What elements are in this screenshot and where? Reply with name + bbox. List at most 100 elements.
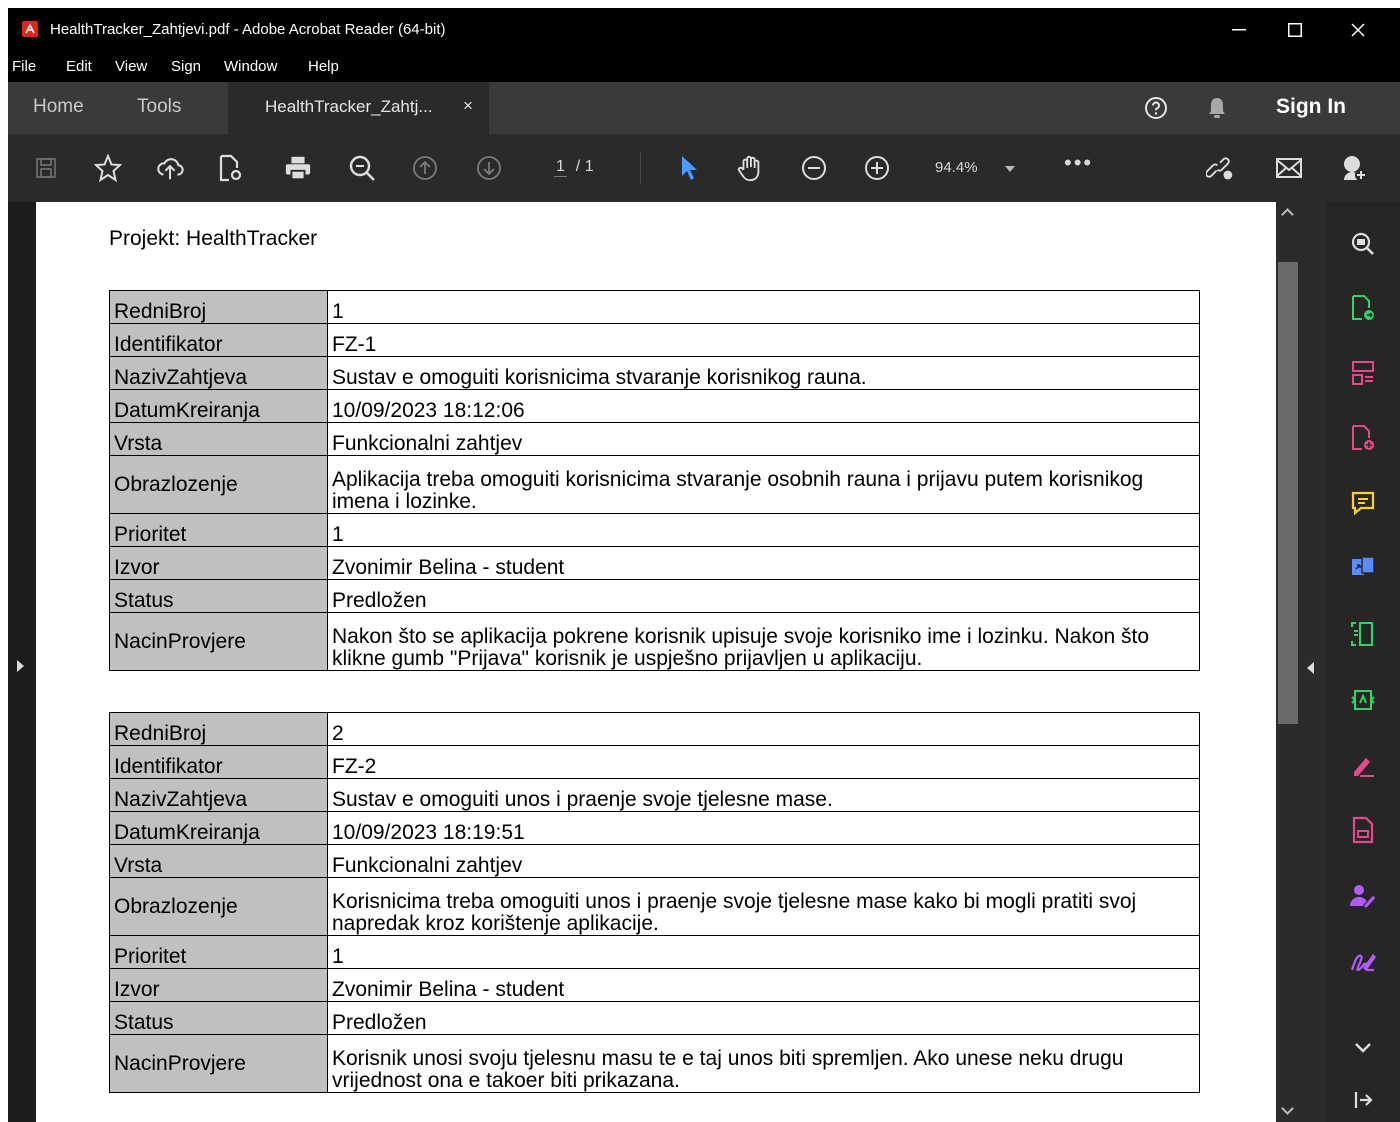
account-add-icon[interactable]: [1340, 154, 1368, 182]
request-signature-icon[interactable]: [1349, 882, 1377, 910]
row-value: 10/09/2023 18:12:06: [327, 389, 1200, 423]
zoom-search-icon[interactable]: [348, 154, 376, 182]
row-key: NacinProvjere: [109, 1034, 328, 1093]
table-row: NacinProvjere Nakon što se aplikacija pok…: [109, 612, 1200, 671]
tab-close-icon[interactable]: ×: [463, 96, 473, 116]
current-page-input[interactable]: 1: [554, 158, 567, 177]
table-row: Status Predložen: [109, 579, 1200, 613]
close-icon[interactable]: [1330, 8, 1386, 52]
maximize-icon[interactable]: [1267, 8, 1323, 52]
expand-left-panel-icon[interactable]: [17, 660, 24, 672]
row-value: Nakon što se aplikacija pokrene korisnik…: [327, 612, 1200, 671]
zoom-out-icon[interactable]: [800, 154, 828, 182]
row-value: 10/09/2023 18:19:51: [327, 811, 1200, 845]
row-value: FZ-2: [327, 745, 1200, 779]
row-value: Zvonimir Belina - student: [327, 546, 1200, 580]
tab-bar: Home Tools HealthTracker_Zahtj... × Sign…: [8, 82, 1400, 134]
notifications-bell-icon[interactable]: [1206, 96, 1228, 126]
zoom-in-icon[interactable]: [863, 154, 891, 182]
row-value: 1: [327, 513, 1200, 547]
row-value: Korisnicima treba omoguiti unos i praenj…: [327, 877, 1200, 936]
row-key: Identifikator: [109, 323, 328, 357]
scroll-down-arrow-icon[interactable]: [1281, 1102, 1294, 1115]
table-row: DatumKreiranja 10/09/2023 18:19:51: [109, 811, 1200, 845]
document-icon[interactable]: [1349, 816, 1377, 844]
row-key: RedniBroj: [109, 712, 328, 746]
tab-document-label: HealthTracker_Zahtj...: [265, 97, 433, 116]
row-key: NacinProvjere: [109, 612, 328, 671]
more-tools-button[interactable]: •••: [1064, 150, 1093, 176]
zoom-panel-icon[interactable]: [1349, 230, 1377, 258]
export-pdf-icon[interactable]: [1349, 294, 1377, 322]
combine-files-icon[interactable]: [1349, 554, 1377, 582]
create-pdf-icon[interactable]: [1349, 424, 1377, 452]
email-icon[interactable]: [1275, 154, 1303, 182]
right-panel-toggle[interactable]: [1300, 202, 1326, 1122]
row-value: Predložen: [327, 579, 1200, 613]
table-row: RedniBroj 1: [109, 290, 1200, 324]
row-value: 1: [327, 935, 1200, 969]
share-link-icon[interactable]: [1206, 154, 1234, 182]
minimize-icon[interactable]: [1211, 8, 1267, 52]
organize-pages-icon[interactable]: [1349, 359, 1377, 387]
hand-icon[interactable]: [736, 154, 764, 182]
bookmark-star-icon[interactable]: [94, 154, 122, 182]
row-value: 1: [327, 290, 1200, 324]
row-value: FZ-1: [327, 323, 1200, 357]
menu-window[interactable]: Window: [224, 58, 277, 75]
help-icon[interactable]: [1144, 96, 1168, 126]
comment-icon[interactable]: [1349, 489, 1377, 517]
tab-document[interactable]: HealthTracker_Zahtj... ×: [228, 82, 489, 134]
row-key: Prioritet: [109, 935, 328, 969]
row-value: Funkcionalni zahtjev: [327, 422, 1200, 456]
menu-edit[interactable]: Edit: [66, 58, 92, 75]
file-settings-icon[interactable]: [216, 154, 244, 182]
row-key: NazivZahtjeva: [109, 356, 328, 390]
menu-file[interactable]: File: [12, 58, 36, 75]
print-icon[interactable]: [284, 154, 312, 182]
edit-sign-icon[interactable]: [1349, 751, 1377, 779]
menu-view[interactable]: View: [115, 58, 147, 75]
row-key: Identifikator: [109, 745, 328, 779]
more-tools-chevron-icon[interactable]: [1349, 1034, 1377, 1062]
row-key: NazivZahtjeva: [109, 778, 328, 812]
page-number-field[interactable]: 1 / 1: [554, 158, 594, 177]
row-key: DatumKreiranja: [109, 389, 328, 423]
left-panel-toggle[interactable]: [8, 202, 36, 1122]
save-icon[interactable]: [32, 154, 60, 182]
collapse-right-panel-icon[interactable]: [1307, 662, 1314, 674]
menu-sign[interactable]: Sign: [171, 58, 201, 75]
row-value: 2: [327, 712, 1200, 746]
table-row: Vrsta Funkcionalni zahtjev: [109, 844, 1200, 878]
requirement-table-1: RedniBroj 1 Identifikator FZ-1 NazivZahtje…: [109, 290, 1200, 671]
cloud-upload-icon[interactable]: [156, 154, 184, 182]
row-value: Korisnik unosi svoju tjelesnu masu te e …: [327, 1034, 1200, 1093]
tab-home[interactable]: Home: [33, 96, 84, 118]
row-key: Status: [109, 1001, 328, 1035]
collapse-panel-icon[interactable]: [1349, 1086, 1377, 1114]
table-row: Prioritet 1: [109, 513, 1200, 547]
scroll-up-arrow-icon[interactable]: [1281, 208, 1294, 221]
row-value: Sustav e omoguiti korisnicima stvaranje …: [327, 356, 1200, 390]
tab-tools[interactable]: Tools: [137, 96, 181, 118]
page-up-icon[interactable]: [411, 154, 439, 182]
select-cursor-icon[interactable]: [675, 154, 703, 182]
scrollbar-thumb[interactable]: [1278, 262, 1298, 724]
table-row: NacinProvjere Korisnik unosi svoju tjeles…: [109, 1034, 1200, 1093]
table-row: Obrazlozenje Aplikacija treba omoguiti ko…: [109, 455, 1200, 514]
row-key: DatumKreiranja: [109, 811, 328, 845]
page-down-icon[interactable]: [475, 154, 503, 182]
fill-sign-icon[interactable]: [1349, 947, 1377, 975]
table-row: NazivZahtjeva Sustav e omoguiti korisnici…: [109, 356, 1200, 390]
scan-ocr-icon[interactable]: [1349, 620, 1377, 648]
row-key: Status: [109, 579, 328, 613]
sign-in-button[interactable]: Sign In: [1276, 95, 1346, 119]
zoom-level-dropdown[interactable]: 94.4%: [935, 159, 1015, 176]
row-value: Zvonimir Belina - student: [327, 968, 1200, 1002]
window-title: HealthTracker_Zahtjevi.pdf - Adobe Acrob…: [50, 21, 446, 38]
row-key: RedniBroj: [109, 290, 328, 324]
table-row: Obrazlozenje Korisnicima treba omoguiti u…: [109, 877, 1200, 936]
vertical-scrollbar[interactable]: [1276, 202, 1300, 1122]
menu-help[interactable]: Help: [308, 58, 339, 75]
convert-pdf-icon[interactable]: [1349, 686, 1377, 714]
